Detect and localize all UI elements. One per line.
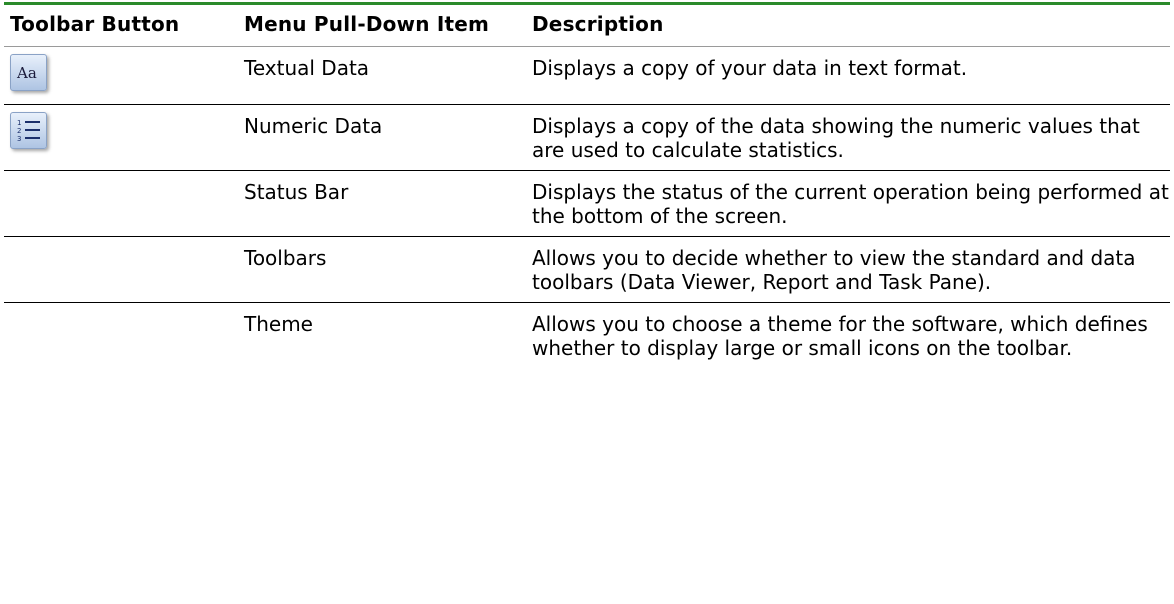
view-menu-table: Toolbar Button Menu Pull-Down Item Descr…	[4, 2, 1170, 368]
toolbar-button-cell	[4, 237, 238, 303]
table-row: Theme Allows you to choose a theme for t…	[4, 303, 1170, 369]
svg-text:2: 2	[17, 127, 21, 135]
table-row: 1 2 3 Numeric Data Displays a copy of th…	[4, 105, 1170, 171]
svg-text:3: 3	[17, 135, 21, 143]
table-row: Aa Textual Data Displays a copy of your …	[4, 47, 1170, 105]
description-cell: Allows you to decide whether to view the…	[532, 246, 1136, 294]
svg-text:1: 1	[17, 119, 21, 127]
table-header-row: Toolbar Button Menu Pull-Down Item Descr…	[4, 3, 1170, 47]
menu-item-cell: Textual Data	[244, 56, 370, 80]
menu-item-cell: Numeric Data	[244, 114, 383, 138]
toolbar-button-cell	[4, 171, 238, 237]
numeric-data-icon[interactable]: 1 2 3	[10, 112, 47, 149]
textual-data-icon[interactable]: Aa	[10, 54, 47, 91]
description-cell: Displays a copy of the data showing the …	[532, 114, 1140, 162]
description-cell: Displays a copy of your data in text for…	[532, 56, 968, 80]
numbered-list-icon: 1 2 3	[17, 119, 40, 143]
table-row: Status Bar Displays the status of the cu…	[4, 171, 1170, 237]
description-cell: Displays the status of the current opera…	[532, 180, 1169, 228]
toolbar-button-cell: Aa	[4, 47, 238, 105]
toolbar-button-cell: 1 2 3	[4, 105, 238, 171]
menu-item-cell: Status Bar	[244, 180, 349, 204]
header-toolbar-button: Toolbar Button	[10, 12, 180, 36]
description-cell: Allows you to choose a theme for the sof…	[532, 312, 1148, 360]
toolbar-button-cell	[4, 303, 238, 369]
header-description: Description	[532, 12, 664, 36]
table-row: Toolbars Allows you to decide whether to…	[4, 237, 1170, 303]
menu-item-cell: Theme	[244, 312, 313, 336]
header-menu-item: Menu Pull-Down Item	[244, 12, 490, 36]
textual-data-icon-glyph: Aa	[17, 64, 37, 82]
menu-item-cell: Toolbars	[244, 246, 327, 270]
